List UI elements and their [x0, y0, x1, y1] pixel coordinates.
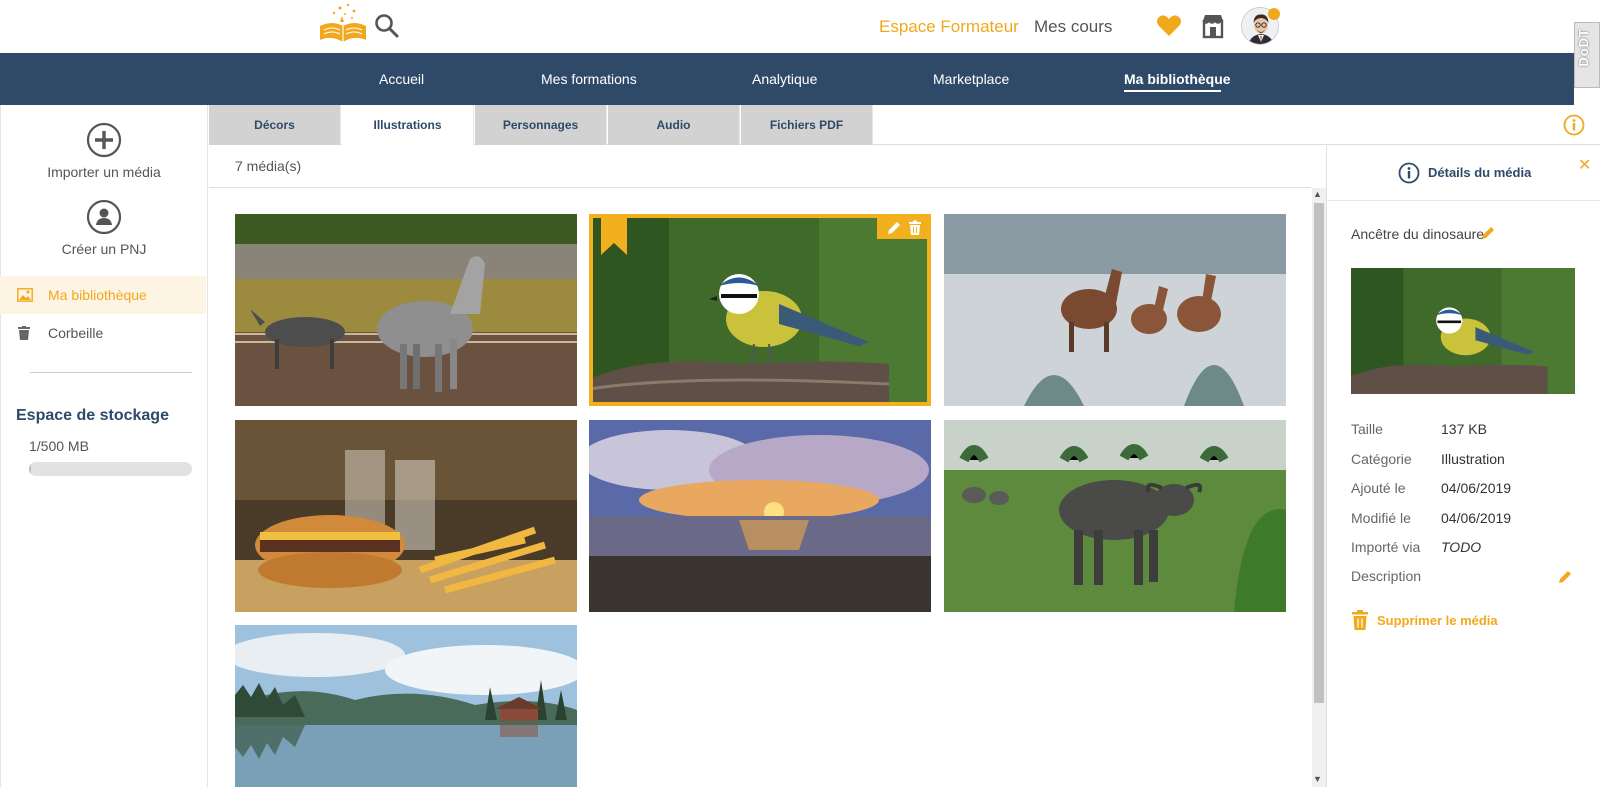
storage-progress-bar: [29, 462, 192, 476]
tab-personnages[interactable]: Personnages: [475, 105, 607, 145]
mes-cours-link[interactable]: Mes cours: [1034, 17, 1112, 37]
nav-item-marketplace[interactable]: Marketplace: [933, 71, 1009, 87]
media-actions: [877, 217, 927, 239]
create-pnj-label: Créer un PNJ: [61, 241, 147, 257]
close-icon[interactable]: ✕: [1578, 155, 1591, 175]
details-title: Détails du média: [1428, 165, 1532, 180]
sidebar-divider: [30, 372, 192, 373]
trash-icon[interactable]: [907, 220, 923, 236]
detail-value: 137 KB: [1441, 421, 1487, 437]
image-icon: [17, 288, 33, 302]
storage-value: 1/500 MB: [29, 438, 89, 454]
detail-key: Ajouté le: [1351, 480, 1406, 496]
nav-item-analytique[interactable]: Analytique: [752, 71, 817, 87]
sidebar-item-label: Ma bibliothèque: [48, 287, 147, 303]
media-thumbnail-deer[interactable]: [944, 214, 1286, 406]
search-icon[interactable]: [374, 13, 400, 39]
delete-media-label: Supprimer le média: [1377, 613, 1498, 628]
detail-value: 04/06/2019: [1441, 480, 1512, 496]
sidebar-item-label: Corbeille: [48, 325, 104, 341]
storage-title: Espace de stockage: [16, 407, 169, 424]
tab-illustrations[interactable]: Illustrations: [342, 105, 474, 145]
nav-active-underline: [1124, 90, 1221, 92]
media-thumbnail-lake[interactable]: [235, 625, 577, 787]
bookmark-icon[interactable]: [601, 217, 627, 255]
detail-value: Illustration: [1441, 451, 1505, 467]
top-bar: Espace Formateur Mes cours DoDT: [0, 0, 1600, 88]
edit-icon[interactable]: [886, 220, 902, 236]
notification-dot: [1268, 8, 1280, 20]
create-pnj-button[interactable]: Créer un PNJ: [0, 199, 208, 257]
detail-value: 04/06/2019: [1441, 510, 1512, 526]
book-logo-icon[interactable]: [318, 2, 368, 46]
scroll-down-arrow[interactable]: ▼: [1313, 774, 1322, 784]
nav-item-accueil[interactable]: Accueil: [379, 71, 424, 87]
main-nav: Accueil Mes formations Analytique Market…: [0, 53, 1574, 105]
detail-value: TODO: [1441, 539, 1482, 555]
tab-audio[interactable]: Audio: [608, 105, 740, 145]
edit-name-icon[interactable]: [1480, 225, 1496, 241]
scroll-up-arrow[interactable]: ▲: [1313, 189, 1322, 199]
espace-formateur-link[interactable]: Espace Formateur: [879, 17, 1019, 37]
user-circle-icon: [86, 199, 122, 235]
plus-circle-icon: [86, 122, 122, 158]
info-icon[interactable]: [1563, 114, 1585, 136]
detail-key: Modifié le: [1351, 510, 1411, 526]
import-media-label: Importer un média: [47, 164, 161, 180]
media-tabs: Décors Illustrations Personnages Audio F…: [209, 105, 1600, 145]
detail-key: Description: [1351, 568, 1422, 584]
info-icon: [1398, 162, 1420, 184]
sidebar-item-ma-bibliotheque[interactable]: Ma bibliothèque: [0, 276, 206, 314]
scrollbar-thumb[interactable]: [1314, 203, 1324, 703]
nav-item-ma-bibliotheque[interactable]: Ma bibliothèque: [1124, 71, 1231, 87]
detail-key: Taille: [1351, 421, 1383, 437]
side-tab-label: DoDT: [1576, 28, 1591, 67]
media-thumbnail-sunset[interactable]: [589, 420, 931, 612]
media-thumbnail-buffalo[interactable]: [944, 420, 1286, 612]
trash-icon: [1351, 610, 1369, 630]
edit-description-icon[interactable]: [1557, 569, 1573, 585]
import-media-button[interactable]: Importer un média: [0, 122, 208, 180]
media-count: 7 média(s): [235, 158, 302, 174]
trash-icon: [17, 326, 33, 340]
count-divider: [209, 187, 1311, 188]
media-thumbnail-bird[interactable]: [589, 214, 931, 406]
tab-decors[interactable]: Décors: [209, 105, 341, 145]
heart-icon[interactable]: [1156, 14, 1182, 38]
store-icon[interactable]: [1201, 13, 1225, 39]
media-thumbnail-burger[interactable]: [235, 420, 577, 612]
sidebar-item-corbeille[interactable]: Corbeille: [0, 314, 206, 352]
detail-key: Importé via: [1351, 539, 1421, 555]
tab-fichiers-pdf[interactable]: Fichiers PDF: [741, 105, 873, 145]
detail-key: Catégorie: [1351, 451, 1412, 467]
nav-item-mes-formations[interactable]: Mes formations: [541, 71, 637, 87]
media-preview: [1351, 268, 1575, 394]
media-thumbnail-horses[interactable]: [235, 214, 577, 406]
media-name: Ancêtre du dinosaure: [1351, 226, 1485, 242]
